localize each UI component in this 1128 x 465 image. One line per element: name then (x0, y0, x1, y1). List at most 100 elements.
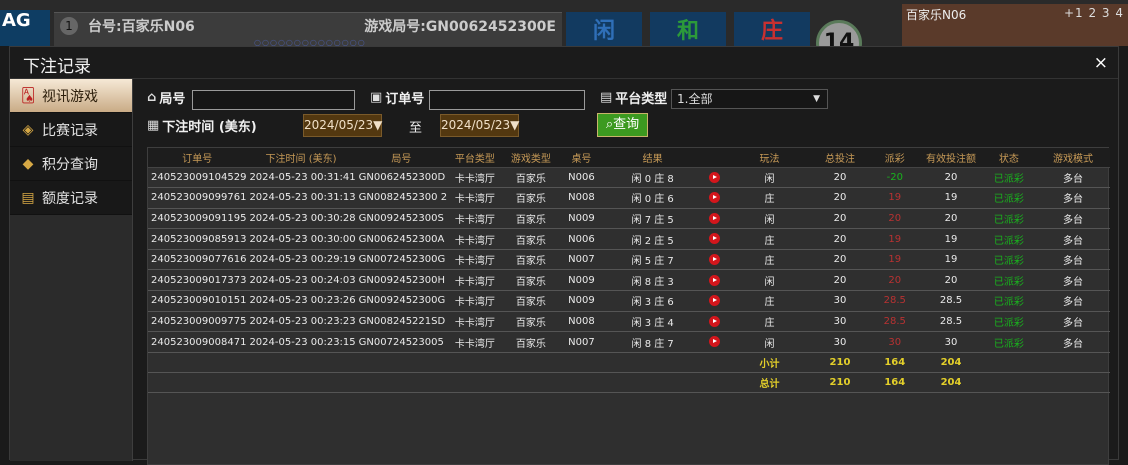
cell-game-mode: 多台 (1036, 187, 1110, 209)
play-video-icon[interactable] (709, 233, 721, 245)
order-filter-label: ▣ 订单号 (370, 90, 425, 107)
cell-result-icon[interactable] (701, 208, 729, 230)
table-row: 240523009085913 2024-05-23 00:30:00 GN0062… (148, 228, 1110, 250)
cell-platform-type: 卡卡湾厅 (447, 290, 503, 312)
cell-game-type: 百家乐 (502, 331, 560, 353)
cell-game-type: 百家乐 (502, 228, 560, 250)
cell-valid-bet: 28.5 (920, 311, 982, 333)
table-row: 240523009099761 2024-05-23 00:31:13 GN0082… (148, 187, 1110, 209)
cell-result-icon[interactable] (701, 331, 729, 353)
order-input[interactable] (429, 90, 585, 110)
cell-result: 闲 7 庄 5 (603, 208, 702, 230)
empty-cell (981, 352, 1037, 373)
empty-cell (447, 352, 503, 373)
cell-bet-type: 庄 (728, 187, 811, 209)
table-row: 240523009008471 2024-05-23 00:23:15 GN0072… (148, 331, 1110, 353)
play-video-icon[interactable] (709, 212, 721, 224)
cell-result-icon[interactable] (701, 228, 729, 250)
play-video-icon[interactable] (709, 274, 721, 286)
cell-game-type: 百家乐 (502, 208, 560, 230)
grandtotal-row-total-bet: 210 (810, 372, 870, 393)
date-from-picker[interactable]: 2024/05/23▼ (303, 114, 382, 137)
table-row: 240523009009775 2024-05-23 00:23:23 GN0082… (148, 311, 1110, 333)
cell-result: 闲 8 庄 7 (603, 331, 702, 353)
countdown-timer: 14 (816, 20, 862, 46)
column-header-total-bet: 总投注 (810, 148, 870, 168)
column-header-result-icon (701, 148, 729, 168)
column-header-status: 状态 (981, 148, 1037, 168)
tag-icon: ⌂ (147, 90, 157, 105)
empty-cell (447, 372, 503, 393)
cell-valid-bet: 20 (920, 208, 982, 230)
bet-banker[interactable]: 庄 (734, 12, 810, 46)
play-video-icon[interactable] (709, 295, 721, 307)
column-header-payout: 派彩 (869, 148, 921, 168)
cell-round-id: GN0092452300H (355, 269, 448, 292)
cell-table-number: N009 (559, 290, 604, 312)
cell-bet-type: 闲 (728, 269, 811, 292)
cell-result-icon[interactable] (701, 290, 729, 312)
cell-bet-type: 闲 (728, 208, 811, 230)
cell-payout: -20 (869, 167, 921, 189)
sidebar-item-credit-records[interactable]: ▤ 额度记录 (10, 181, 132, 215)
cell-platform-type: 卡卡湾厅 (447, 249, 503, 271)
table-row: 240523009091195 2024-05-23 00:30:28 GN0092… (148, 208, 1110, 230)
empty-cell (502, 352, 560, 373)
sidebar-item-video-games[interactable]: 🂡 视讯游戏 (10, 79, 132, 113)
cell-payout: 20 (869, 208, 921, 230)
main-content: ⌂ 局号 ▣ 订单号 ▤ 平台类型 1.全部 ▼ ▦ 下注时间 (美东) 202… (147, 79, 1110, 465)
cell-game-mode: 多台 (1036, 311, 1110, 333)
bet-tie[interactable]: 和 (650, 12, 726, 46)
play-video-icon[interactable] (709, 192, 721, 204)
date-range-separator: 至 (409, 121, 423, 136)
grandtotal-row-valid-bet: 204 (920, 372, 982, 393)
cell-round-id: GN0092452300S (355, 208, 448, 230)
side-table-preview[interactable]: 百家乐N06 +1 2 3 4 (902, 4, 1128, 46)
query-button[interactable]: ⌕查询 (597, 113, 648, 137)
table-row: 240523009077616 2024-05-23 00:29:19 GN0072… (148, 249, 1110, 271)
cell-round-id: GN008245221SD (355, 311, 448, 333)
cell-order-id: 240523009009775 (148, 311, 247, 333)
cell-valid-bet: 28.5 (920, 290, 982, 312)
play-video-icon[interactable] (709, 336, 721, 348)
cell-result-icon[interactable] (701, 167, 729, 189)
platform-select[interactable]: 1.全部 ▼ (671, 89, 828, 109)
close-icon[interactable]: × (1094, 53, 1108, 73)
cell-valid-bet: 19 (920, 187, 982, 209)
cell-round-id: GN00724523005 (355, 331, 448, 353)
sidebar-item-label: 视讯游戏 (42, 88, 98, 105)
cell-status: 已派彩 (981, 167, 1037, 189)
cell-bet-time: 2024-05-23 00:23:23 (246, 311, 356, 333)
cell-result-icon[interactable] (701, 311, 729, 333)
cell-result-icon[interactable] (701, 187, 729, 209)
empty-cell (981, 372, 1037, 393)
subtotal-row: 小计 210 164 204 (148, 352, 1110, 373)
cell-order-id: 240523009104529 (148, 167, 247, 189)
cell-bet-time: 2024-05-23 00:30:28 (246, 208, 356, 230)
play-video-icon[interactable] (709, 253, 721, 265)
cell-bet-type: 庄 (728, 228, 811, 250)
cell-game-type: 百家乐 (502, 187, 560, 209)
sidebar-item-match-records[interactable]: ◈ 比赛记录 (10, 113, 132, 147)
cell-payout: 28.5 (869, 311, 921, 333)
sidebar-item-points-query[interactable]: ◆ 积分查询 (10, 147, 132, 181)
table-row: 240523009104529 2024-05-23 00:31:41 GN0062… (148, 167, 1110, 189)
cell-result-icon[interactable] (701, 269, 729, 292)
empty-cell (355, 352, 448, 373)
cell-game-type: 百家乐 (502, 290, 560, 312)
cell-game-mode: 多台 (1036, 167, 1110, 189)
cell-result-icon[interactable] (701, 249, 729, 271)
round-input[interactable] (192, 90, 355, 110)
cell-platform-type: 卡卡湾厅 (447, 208, 503, 230)
bet-player[interactable]: 闲 (566, 12, 642, 46)
play-video-icon[interactable] (709, 171, 721, 183)
cell-result: 闲 8 庄 3 (603, 269, 702, 292)
cell-table-number: N009 (559, 269, 604, 292)
cell-total-bet: 30 (810, 311, 870, 333)
cell-table-number: N009 (559, 208, 604, 230)
chevron-down-icon: ▼ (813, 94, 820, 104)
cell-platform-type: 卡卡湾厅 (447, 269, 503, 292)
date-to-picker[interactable]: 2024/05/23▼ (440, 114, 519, 137)
play-video-icon[interactable] (709, 315, 721, 327)
cell-platform-type: 卡卡湾厅 (447, 331, 503, 353)
